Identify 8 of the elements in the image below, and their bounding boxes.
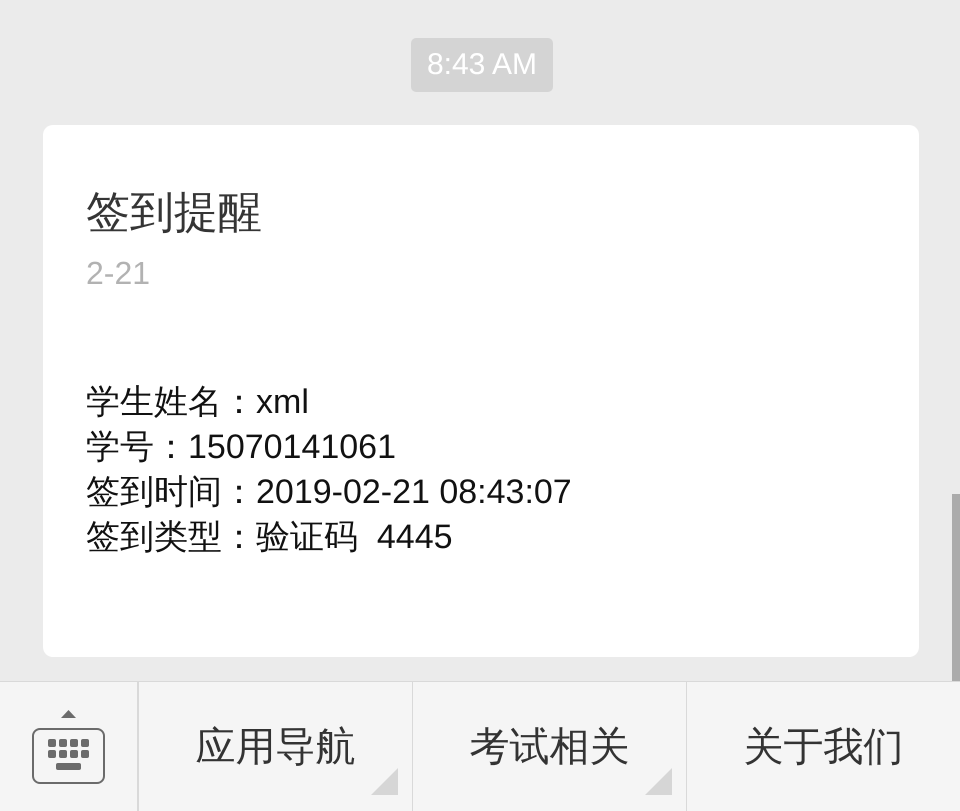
message-line: 签到类型：验证码 4445 xyxy=(86,517,453,558)
message-line: 签到时间：2019-02-21 08:43:07 xyxy=(86,472,572,513)
message-title: 签到提醒 xyxy=(86,187,262,239)
message-date: 2-21 xyxy=(86,254,150,293)
keyboard-icon xyxy=(32,728,105,784)
message-line: 学号：15070141061 xyxy=(86,427,396,468)
message-line: 学生姓名：xml xyxy=(86,382,309,423)
caret-up-icon xyxy=(61,710,76,718)
